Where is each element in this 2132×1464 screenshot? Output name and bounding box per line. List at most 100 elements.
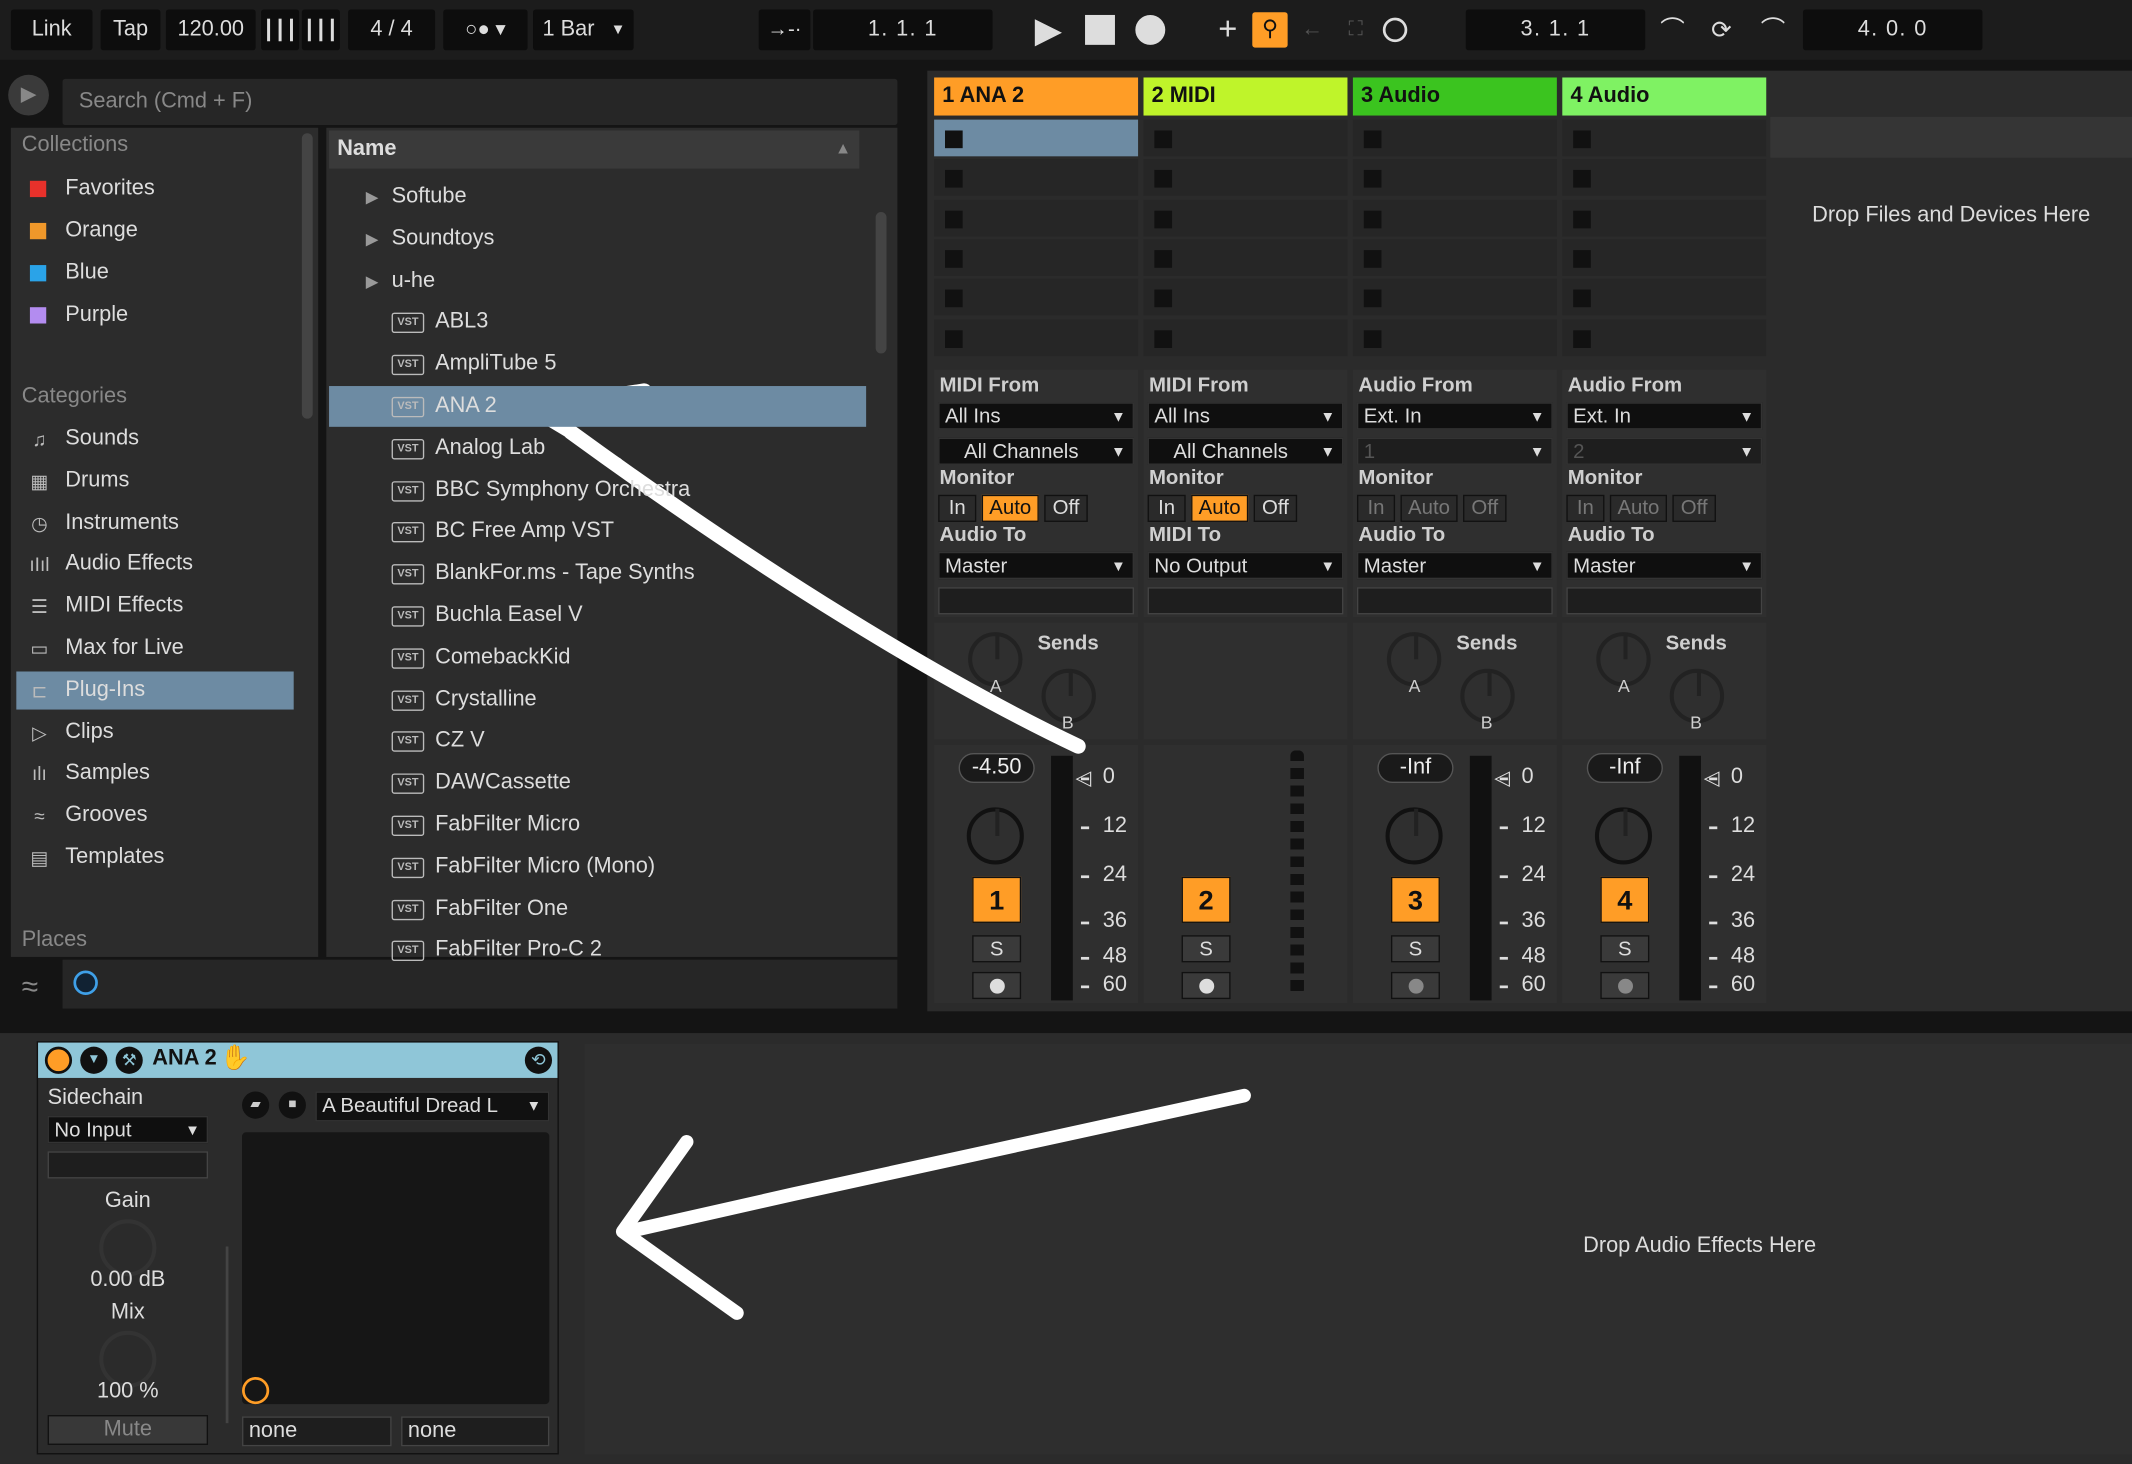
- lines-icon: ☰: [30, 595, 48, 618]
- plugin-row[interactable]: VST FabFilter One: [329, 888, 866, 929]
- plugin-row[interactable]: VST Buchla Easel V: [329, 595, 866, 636]
- plugin-row[interactable]: VST CZ V: [329, 721, 866, 762]
- collection-blue[interactable]: Blue: [16, 254, 293, 292]
- expand-icon[interactable]: ▶: [366, 219, 379, 260]
- vst-icon: VST: [391, 480, 425, 502]
- category-label: Instruments: [65, 510, 179, 534]
- plugin-label: Analog Lab: [435, 436, 546, 460]
- category-grooves[interactable]: ≈ Grooves: [16, 797, 293, 835]
- annotation-arrows: [523, 383, 1251, 1320]
- plugin-row[interactable]: VST BlankFor.ms - Tape Synths: [329, 553, 866, 594]
- plugin-row[interactable]: VST AmpliTube 5: [329, 344, 866, 385]
- groove-icon: ≈: [34, 804, 45, 827]
- folder-label: Softube: [391, 184, 467, 208]
- collection-favorites[interactable]: Favorites: [16, 170, 293, 208]
- expand-icon[interactable]: ▶: [366, 177, 379, 218]
- plugin-row[interactable]: VST ComebackKid: [329, 637, 866, 678]
- category-label: Audio Effects: [65, 552, 194, 576]
- collection-label: Orange: [65, 218, 138, 242]
- category-label: Grooves: [65, 803, 148, 827]
- plugin-row[interactable]: VST FabFilter Micro (Mono): [329, 847, 866, 888]
- plugin-label: BC Free Amp VST: [435, 519, 615, 543]
- clip-icon: ▷: [32, 721, 47, 743]
- folder-label: Soundtoys: [391, 226, 495, 250]
- vst-icon: VST: [391, 522, 425, 543]
- color-tag-icon: [29, 265, 47, 282]
- category-plug-ins[interactable]: ⊏ Plug-Ins: [16, 671, 294, 710]
- vst-icon: VST: [391, 773, 425, 795]
- plugin-row[interactable]: VST Crystalline: [329, 679, 866, 720]
- plugin-label: ANA 2: [435, 394, 497, 418]
- category-sounds[interactable]: ♫ Sounds: [16, 420, 293, 458]
- category-instruments[interactable]: ◷ Instruments: [16, 504, 293, 542]
- arrow-to-device-shaft: [621, 1088, 1251, 1239]
- collection-purple[interactable]: Purple: [16, 296, 293, 334]
- category-clips[interactable]: ▷ Clips: [16, 713, 293, 751]
- category-midi-effects[interactable]: ☰ MIDI Effects: [16, 587, 293, 625]
- vst-icon: VST: [391, 899, 425, 920]
- plugin-row[interactable]: VST ANA 2: [329, 386, 867, 427]
- plugin-row[interactable]: VST FabFilter Pro-C 2: [329, 930, 866, 971]
- category-label: MIDI Effects: [65, 594, 184, 618]
- plugin-row[interactable]: VST FabFilter Micro: [329, 805, 866, 846]
- plugin-label: FabFilter Micro (Mono): [435, 854, 656, 878]
- plugin-label: ComebackKid: [435, 645, 571, 669]
- vst-icon: VST: [391, 815, 425, 836]
- category-max-for-live[interactable]: ▭ Max for Live: [16, 629, 293, 667]
- plugin-label: BlankFor.ms - Tape Synths: [435, 561, 695, 585]
- bars-icon: ıIıl: [29, 553, 50, 576]
- vst-icon: VST: [391, 564, 425, 585]
- collection-label: Purple: [65, 303, 129, 327]
- template-icon: ▤: [30, 846, 49, 869]
- note-icon: ♫: [32, 428, 47, 450]
- color-tag-icon: [29, 222, 47, 240]
- collection-label: Blue: [65, 260, 109, 285]
- folder-label: u-he: [391, 268, 436, 292]
- folder-row[interactable]: ▶ Softube: [329, 177, 866, 218]
- category-label: Clips: [65, 719, 114, 743]
- plugin-label: AmpliTube 5: [435, 352, 557, 376]
- plugin-row[interactable]: VST DAWCassette: [329, 763, 866, 804]
- plugin-row[interactable]: VST BC Free Amp VST: [329, 512, 866, 553]
- category-label: Sounds: [65, 426, 140, 450]
- category-label: Drums: [65, 468, 130, 492]
- vst-icon: VST: [391, 857, 425, 878]
- category-label: Templates: [65, 845, 165, 869]
- plugin-label: DAWCassette: [435, 770, 571, 795]
- plug-icon: ⊏: [31, 679, 48, 702]
- wave-icon: ılı: [32, 763, 47, 785]
- category-samples[interactable]: ılı Samples: [16, 755, 293, 793]
- plugin-row[interactable]: VST BBC Symphony Orchestra: [329, 470, 866, 511]
- category-label: Samples: [65, 761, 150, 785]
- vst-icon: VST: [391, 355, 425, 376]
- vst-icon: VST: [391, 313, 425, 334]
- vst-icon: VST: [391, 731, 425, 753]
- color-tag-icon: [29, 307, 47, 324]
- vst-icon: VST: [391, 941, 425, 962]
- plugin-label: FabFilter Micro: [435, 812, 581, 836]
- category-drums[interactable]: ▦ Drums: [16, 462, 293, 500]
- plugin-label: FabFilter One: [435, 896, 569, 920]
- plugin-label: Crystalline: [435, 687, 537, 711]
- category-audio-effects[interactable]: ıIıl Audio Effects: [16, 546, 293, 584]
- category-label: Plug-Ins: [65, 678, 146, 702]
- plugin-label: ABL3: [435, 310, 489, 334]
- grid-icon: ▦: [30, 470, 49, 492]
- category-label: Max for Live: [65, 636, 184, 660]
- max-icon: ▭: [30, 637, 49, 660]
- plugin-row[interactable]: VST ABL3: [329, 302, 866, 343]
- collection-label: Favorites: [65, 176, 155, 200]
- folder-row[interactable]: ▶ Soundtoys: [329, 219, 866, 260]
- collection-orange[interactable]: Orange: [16, 212, 293, 250]
- plugin-label: Buchla Easel V: [435, 603, 583, 627]
- clock-icon: ◷: [31, 511, 48, 534]
- plugin-label: FabFilter Pro-C 2: [435, 938, 602, 962]
- folder-row[interactable]: ▶ u-he: [329, 260, 866, 301]
- vst-icon: VST: [391, 438, 425, 460]
- expand-icon[interactable]: ▶: [366, 260, 379, 301]
- vst-icon: VST: [391, 648, 425, 669]
- color-tag-icon: [29, 180, 47, 198]
- plugin-row[interactable]: VST Analog Lab: [329, 428, 866, 469]
- vst-icon: VST: [391, 606, 425, 627]
- category-templates[interactable]: ▤ Templates: [16, 839, 293, 877]
